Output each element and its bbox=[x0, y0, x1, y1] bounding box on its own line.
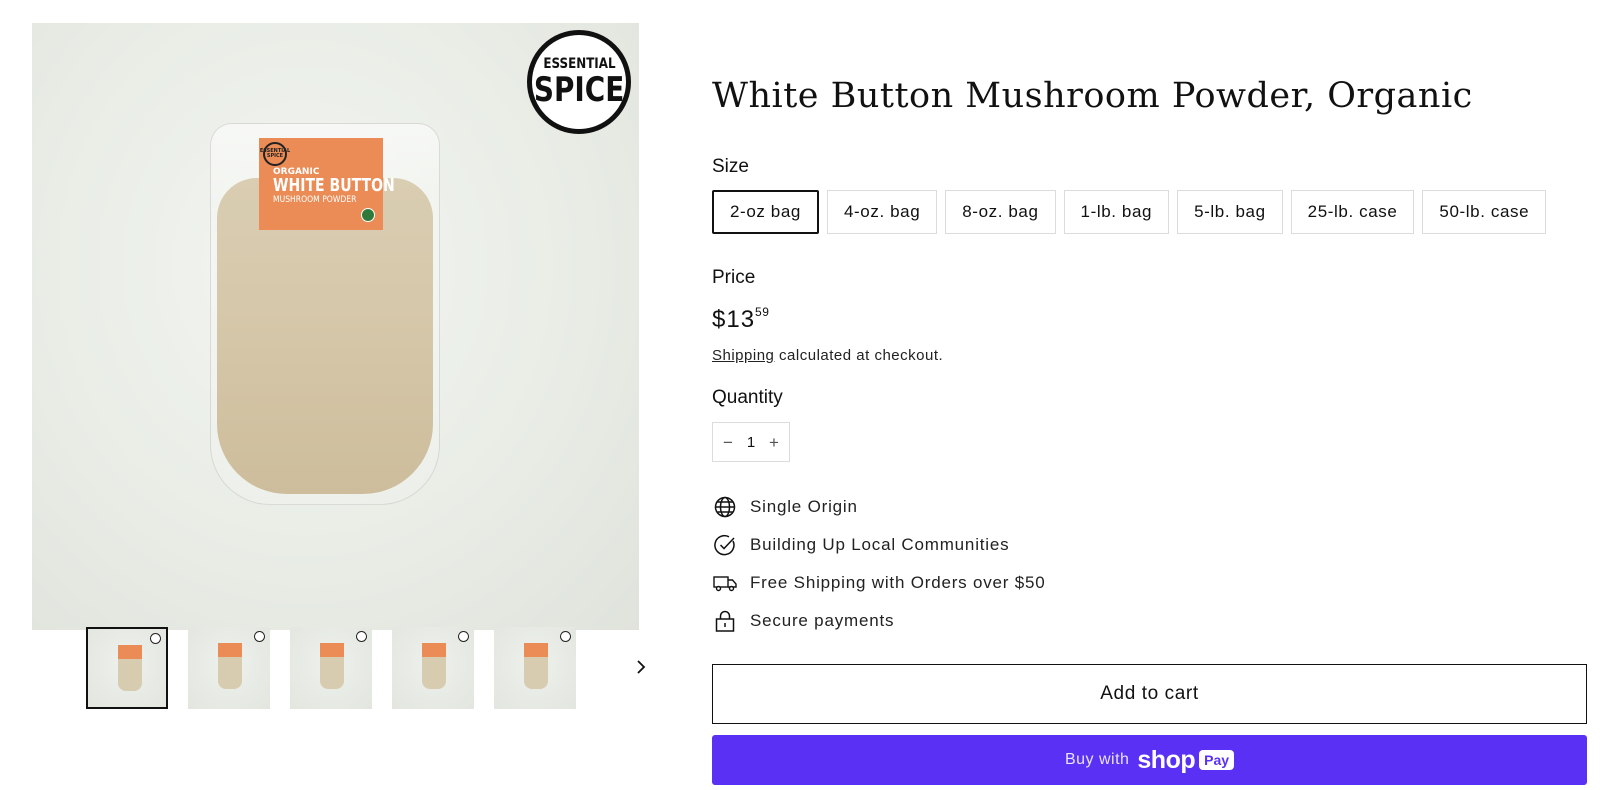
price: $1359 bbox=[712, 305, 770, 334]
thumbnail-5[interactable] bbox=[494, 627, 576, 709]
check-circle-icon bbox=[712, 532, 738, 558]
feature-item: Building Up Local Communities bbox=[712, 532, 1009, 558]
thumbnail-4[interactable] bbox=[392, 627, 474, 709]
organic-seal-icon bbox=[361, 208, 375, 222]
shipping-link[interactable]: Shipping bbox=[712, 347, 774, 364]
quantity-minus-button[interactable]: − bbox=[719, 434, 737, 451]
price-cents: 59 bbox=[755, 305, 770, 319]
price-main: $13 bbox=[712, 306, 756, 333]
bag-label-line2: WHITE BUTTON bbox=[273, 175, 395, 197]
bag-label: ESSENTIAL SPICE ORGANIC WHITE BUTTON MUS… bbox=[259, 138, 395, 230]
feature-item: Free Shipping with Orders over $50 bbox=[712, 570, 1046, 596]
main-product-image[interactable]: ESSENTIAL SPICE ESSENTIAL SPICE ORGANIC … bbox=[32, 23, 639, 630]
thumbnail-label bbox=[118, 645, 142, 659]
size-option-3[interactable]: 8-oz. bag bbox=[945, 190, 1056, 234]
thumbnail-seal-icon bbox=[150, 633, 161, 644]
brand-logo: ESSENTIAL SPICE bbox=[527, 30, 631, 134]
shipping-note: Shipping calculated at checkout. bbox=[712, 347, 943, 364]
brand-logo-line2: SPICE bbox=[533, 70, 625, 110]
size-label: Size bbox=[712, 156, 749, 177]
thumbnail-label bbox=[218, 643, 242, 657]
shop-logo: shop bbox=[1137, 745, 1196, 774]
bag-label-line3: MUSHROOM POWDER bbox=[273, 195, 357, 206]
size-option-7[interactable]: 50-lb. case bbox=[1422, 190, 1547, 234]
shipping-text: calculated at checkout. bbox=[774, 347, 944, 364]
brand-logo-line1: ESSENTIAL bbox=[542, 56, 616, 72]
size-option-6[interactable]: 25-lb. case bbox=[1290, 190, 1415, 234]
quantity-stepper: − 1 + bbox=[712, 422, 790, 462]
shop-pay-button[interactable]: Buy with shop Pay bbox=[712, 735, 1587, 785]
quantity-plus-button[interactable]: + bbox=[765, 434, 783, 451]
shop-pay-buy-with: Buy with bbox=[1064, 751, 1130, 768]
feature-item: Secure payments bbox=[712, 608, 894, 634]
product-bag-illustration: ESSENTIAL SPICE ORGANIC WHITE BUTTON MUS… bbox=[210, 123, 440, 505]
price-label: Price bbox=[712, 267, 756, 288]
product-title: White Button Mushroom Powder, Organic bbox=[712, 76, 1473, 116]
thumbnail-3[interactable] bbox=[290, 627, 372, 709]
pay-badge: Pay bbox=[1199, 750, 1235, 770]
thumbnail-seal-icon bbox=[560, 631, 571, 642]
thumbnail-2[interactable] bbox=[188, 627, 270, 709]
size-option-2[interactable]: 4-oz. bag bbox=[826, 190, 938, 234]
thumbnail-label bbox=[524, 643, 548, 657]
feature-text: Secure payments bbox=[750, 611, 895, 630]
thumbnail-seal-icon bbox=[458, 631, 469, 642]
thumbnail-seal-icon bbox=[356, 631, 367, 642]
feature-item: Single Origin bbox=[712, 494, 858, 520]
thumbnail-label bbox=[422, 643, 446, 657]
quantity-label: Quantity bbox=[712, 387, 783, 408]
chevron-right-icon[interactable] bbox=[626, 653, 656, 683]
size-option-4[interactable]: 1-lb. bag bbox=[1063, 190, 1170, 234]
thumbnail-1[interactable] bbox=[86, 627, 168, 709]
size-option-5[interactable]: 5-lb. bag bbox=[1177, 190, 1283, 234]
thumbnail-seal-icon bbox=[254, 631, 265, 642]
feature-text: Single Origin bbox=[750, 497, 858, 516]
quantity-input[interactable]: 1 bbox=[741, 434, 761, 451]
size-options: 2-oz bag 4-oz. bag 8-oz. bag 1-lb. bag 5-lb.… bbox=[712, 190, 1547, 234]
thumbnail-label bbox=[320, 643, 344, 657]
globe-icon bbox=[712, 494, 738, 520]
feature-text: Free Shipping with Orders over $50 bbox=[750, 573, 1046, 592]
size-option-1[interactable]: 2-oz bag bbox=[712, 190, 819, 234]
truck-icon bbox=[712, 570, 738, 596]
bag-label-seal: ESSENTIAL SPICE bbox=[260, 142, 290, 166]
add-to-cart-button[interactable]: Add to cart bbox=[712, 664, 1587, 724]
feature-text: Building Up Local Communities bbox=[750, 535, 1010, 554]
lock-icon bbox=[712, 608, 738, 634]
